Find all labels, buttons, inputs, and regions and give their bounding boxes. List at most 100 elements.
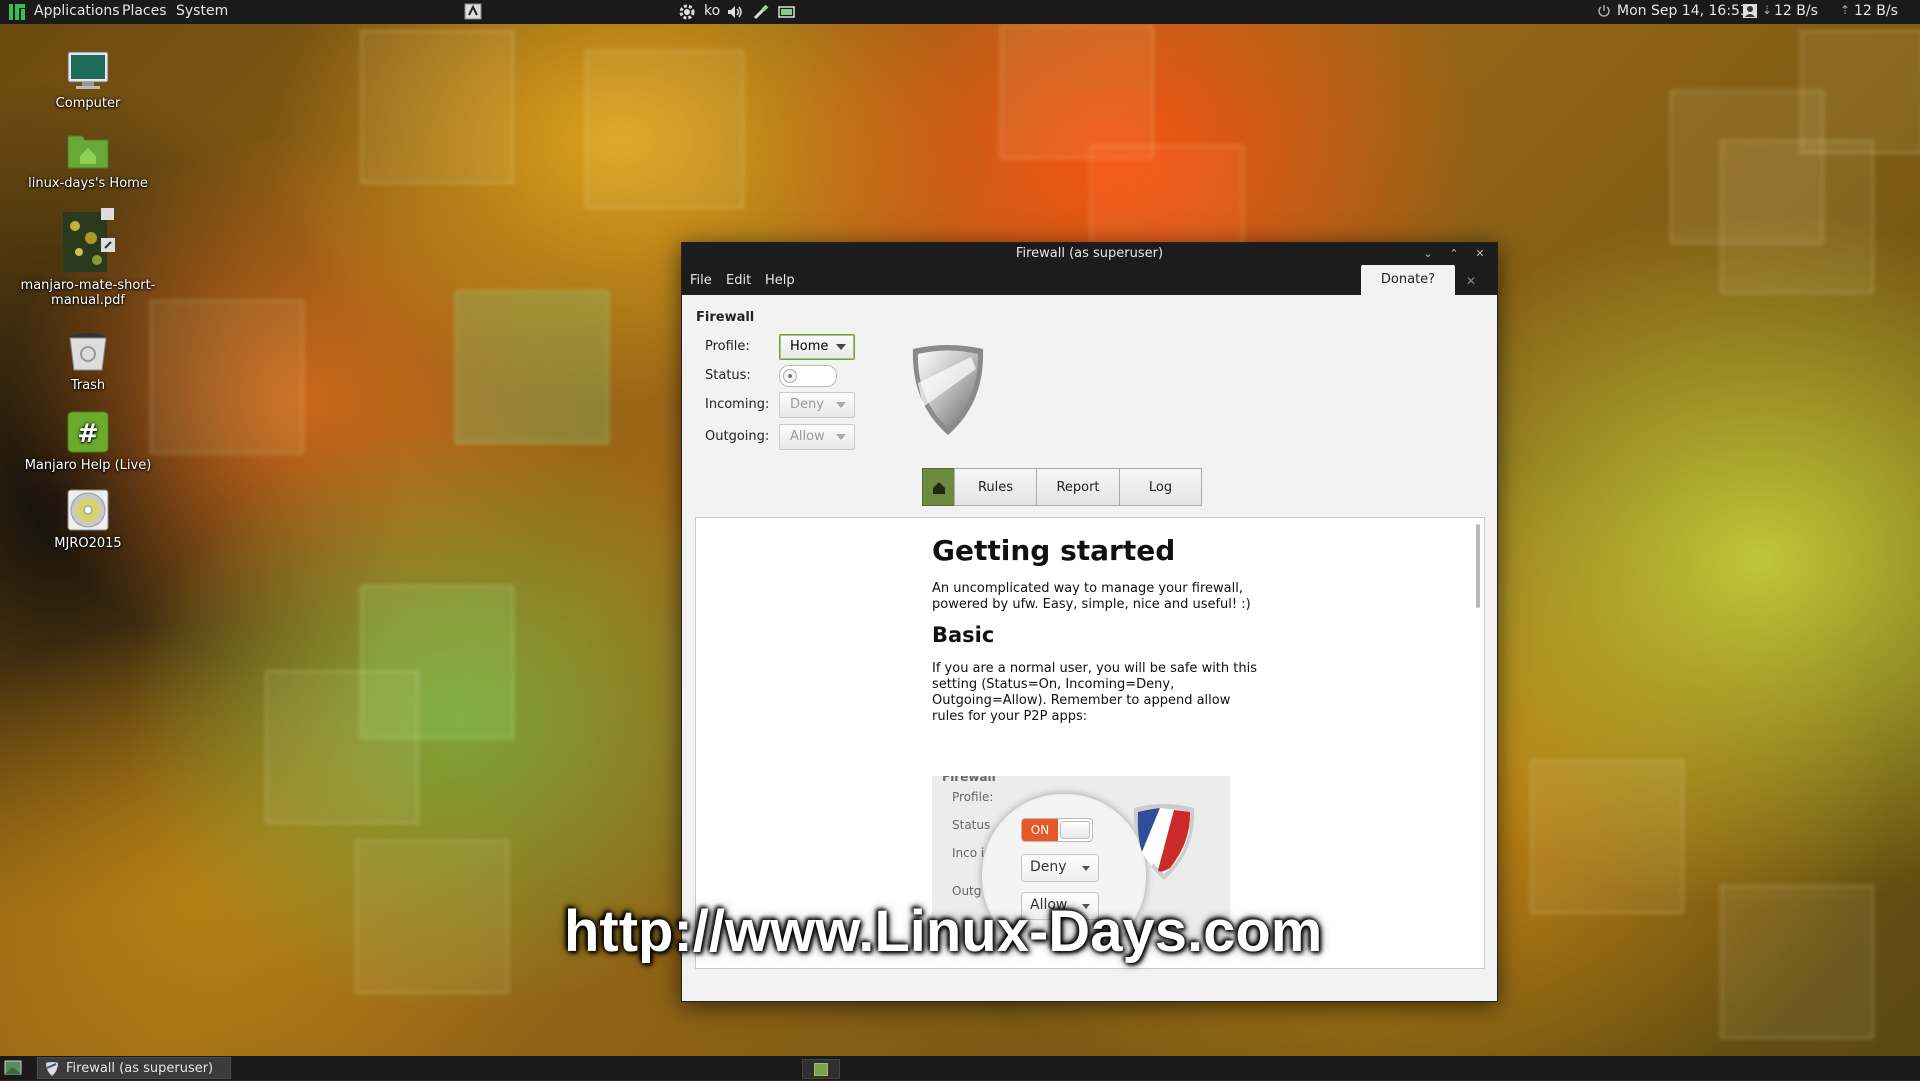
volume-icon[interactable]	[726, 3, 744, 25]
chevron-down-icon	[836, 344, 846, 350]
wallpaper-square	[1530, 760, 1684, 914]
wallpaper-square	[355, 840, 509, 994]
net-up-arrow-icon: ⇡	[1840, 3, 1851, 17]
menu-system[interactable]: System	[176, 3, 228, 19]
heading-basic: Basic	[932, 623, 995, 647]
menu-places[interactable]: Places	[122, 3, 167, 19]
clock[interactable]: Mon Sep 14, 16:53	[1617, 3, 1749, 19]
watermark-text: http://www.Linux-Days.com	[564, 899, 1323, 964]
battery-icon[interactable]	[778, 3, 796, 25]
bottom-panel: Firewall (as superuser)	[0, 1056, 1920, 1080]
outgoing-value: Allow	[790, 429, 825, 444]
outgoing-label: Outgoing:	[705, 429, 770, 444]
tutorial-status-toggle: ON	[1021, 818, 1093, 842]
tab-log[interactable]: Log	[1119, 468, 1202, 506]
window-title: Firewall (as superuser)	[1015, 246, 1164, 261]
toggle-knob	[783, 369, 797, 383]
menu-applications[interactable]: Applications	[34, 3, 120, 19]
desktop-icon-label: Trash	[70, 378, 106, 393]
maximize-icon[interactable]: ⌃	[1446, 246, 1462, 262]
net-up-speed: 12 B/s	[1854, 3, 1898, 19]
chevron-down-icon	[836, 402, 846, 408]
wallpaper-square	[1720, 885, 1874, 1039]
tutorial-shield-icon	[1130, 802, 1198, 886]
toggle-knob	[1060, 821, 1090, 839]
menu-edit[interactable]: Edit	[726, 273, 751, 288]
heading-getting-started: Getting started	[932, 534, 1176, 567]
tab-report[interactable]: Report	[1036, 468, 1120, 506]
dvd-icon	[66, 488, 110, 532]
close-icon[interactable]: ✕	[1472, 246, 1488, 262]
wallpaper-square	[150, 300, 304, 454]
computer-icon	[66, 48, 110, 92]
color-picker-icon[interactable]	[752, 3, 770, 25]
incoming-label: Incoming:	[705, 397, 770, 412]
donate-close-icon[interactable]: ✕	[1464, 274, 1478, 288]
chevron-down-icon	[1082, 866, 1090, 871]
profile-value: Home	[790, 339, 829, 354]
profile-select[interactable]: Home	[779, 334, 855, 360]
desktop-icon-dvd[interactable]: MJRO2015	[18, 488, 158, 551]
menu-help[interactable]: Help	[765, 273, 795, 288]
minimize-icon[interactable]: ⌄	[1420, 246, 1436, 262]
status-toggle[interactable]	[779, 365, 837, 387]
launcher-icon[interactable]	[464, 3, 482, 24]
tutorial-status-label: Status	[952, 818, 991, 832]
wallpaper-square	[1000, 25, 1154, 159]
section-title: Firewall	[696, 310, 755, 325]
wallpaper-square	[265, 670, 419, 824]
tutorial-profile-label: Profile:	[952, 790, 994, 804]
help-article: Getting started An uncomplicated way to …	[932, 534, 1262, 725]
wallpaper-square	[455, 290, 609, 444]
desktop-icon-trash[interactable]: Trash	[18, 330, 158, 393]
home-folder-icon	[66, 128, 110, 172]
wallpaper-square	[1800, 30, 1920, 154]
home-icon	[932, 481, 945, 494]
wallpaper-square	[1720, 140, 1874, 294]
taskbar-button-label: Firewall (as superuser)	[66, 1061, 214, 1076]
help-icon: #	[66, 410, 110, 454]
desktop-icon-help[interactable]: # Manjaro Help (Live)	[18, 410, 158, 473]
settings-gear-icon[interactable]	[678, 3, 696, 25]
desktop-icon-computer[interactable]: Computer	[18, 48, 158, 111]
trash-icon	[66, 330, 110, 374]
top-panel: Applications Places System ko Mon Sep 14…	[0, 0, 1920, 24]
desktop-icon-home[interactable]: linux-days's Home	[18, 128, 158, 191]
toggle-on-label: ON	[1022, 819, 1058, 841]
intro-text: An uncomplicated way to manage your fire…	[932, 581, 1251, 612]
taskbar-firewall-button[interactable]: Firewall (as superuser)	[37, 1057, 231, 1079]
incoming-value: Deny	[790, 397, 824, 412]
workspace-switcher[interactable]	[802, 1059, 840, 1079]
menu-file[interactable]: File	[690, 273, 712, 288]
window-titlebar[interactable]: Firewall (as superuser) ⌄ ⌃ ✕	[682, 243, 1497, 265]
chevron-down-icon	[836, 434, 846, 440]
net-down-speed: 12 B/s	[1774, 3, 1818, 19]
tab-rules[interactable]: Rules	[954, 468, 1037, 506]
status-label: Status:	[705, 368, 751, 383]
shield-icon	[909, 343, 987, 443]
power-icon[interactable]	[1597, 3, 1611, 23]
tutorial-title-fragment: Firewall	[942, 776, 996, 784]
desktop-icon-label: linux-days's Home	[28, 176, 148, 191]
keyboard-layout-indicator[interactable]: ko	[704, 3, 720, 19]
desktop-icon-label: MJRO2015	[54, 536, 122, 551]
wallpaper-square	[585, 50, 744, 209]
desktop-icon-label: manjaro-mate-short-manual.pdf	[20, 278, 156, 308]
user-icon[interactable]	[1742, 3, 1758, 23]
incoming-select[interactable]: Deny	[779, 392, 855, 418]
workspace-1[interactable]	[814, 1063, 828, 1076]
show-desktop-icon[interactable]	[4, 1059, 22, 1081]
outgoing-select[interactable]: Allow	[779, 424, 855, 450]
donate-button[interactable]: Donate?	[1361, 265, 1455, 295]
desktop-icon-pdf[interactable]: manjaro-mate-short-manual.pdf	[18, 208, 158, 308]
tutorial-incoming-select: Deny	[1021, 854, 1099, 882]
pdf-file-icon	[61, 208, 115, 274]
desktop-icon-label: Manjaro Help (Live)	[24, 458, 152, 473]
basic-text: If you are a normal user, you will be sa…	[932, 661, 1257, 724]
manjaro-logo-icon[interactable]	[8, 3, 26, 25]
scrollbar[interactable]	[1476, 524, 1480, 608]
wallpaper-square	[360, 30, 514, 184]
firewall-app-icon	[46, 1062, 58, 1076]
tutorial-incoming-value: Deny	[1030, 859, 1067, 875]
tab-home[interactable]	[922, 468, 955, 506]
